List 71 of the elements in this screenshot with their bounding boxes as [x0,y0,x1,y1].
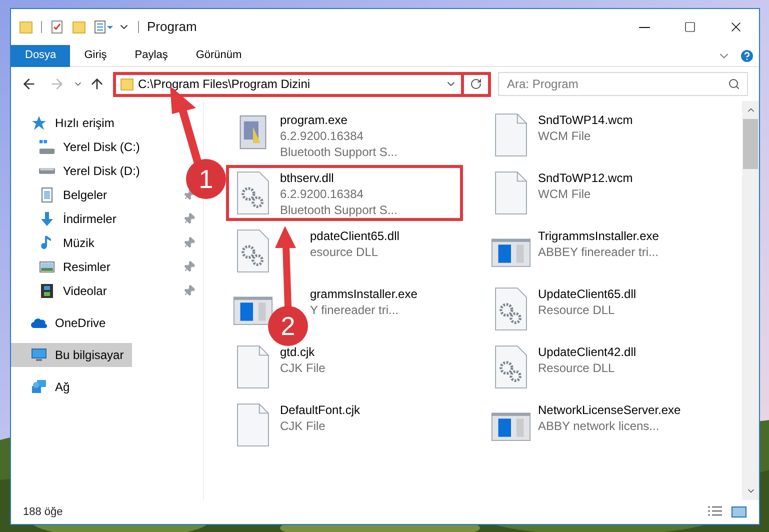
navigation-item[interactable]: Ağ [11,375,78,399]
navigation-item[interactable]: Yerel Disk (C:) [11,135,148,159]
navigation-item[interactable]: OneDrive [11,311,114,335]
file-detail: Bluetooth Support S... [280,202,398,218]
ribbon-tab[interactable]: Dosya [11,44,70,66]
file-detail: Resource DLL [538,302,615,318]
ribbon-tab[interactable]: Giriş [70,44,121,66]
file-name[interactable]: UpdateClient42.dll [538,344,636,360]
navigation-item[interactable]: Resimler [11,255,118,279]
file-name[interactable]: NetworkLicenseServer.exe [538,402,681,418]
up-icon[interactable] [89,76,105,92]
scrollbar[interactable] [742,101,759,500]
film-icon [39,283,55,299]
file-detail: ABBEY finereader tri... [538,244,659,260]
file-detail: Y finereader tri... [310,302,398,318]
back-icon[interactable] [21,76,37,92]
file-name[interactable]: SndToWP12.wcm [538,170,633,186]
large-icons-view-icon[interactable] [731,505,747,519]
navigation-item[interactable]: Bu bilgisayar [11,343,132,367]
navigation-item[interactable]: Belgeler [11,183,116,207]
maximize-icon [684,21,696,33]
drive-icon [39,168,55,174]
file-detail: CJK File [280,360,326,376]
file-name[interactable]: TrigrammsInstaller.exe [538,228,659,244]
address-bar[interactable]: C:\Program Files\Program Dizini [113,72,464,96]
refresh-button[interactable] [464,72,491,96]
ribbon-tab[interactable]: Paylaş [120,44,182,66]
window-title: Program [147,18,197,36]
file-detail: ABBY network licens... [538,418,660,434]
file-name[interactable]: bthserv.dll [280,170,334,186]
navigation-item[interactable]: Videolar [11,279,115,303]
download-icon [39,211,55,227]
refresh-icon [470,78,482,90]
navigation-item[interactable]: İndirmeler [11,207,124,231]
navigation-item[interactable]: Hızlı erişim [11,111,122,135]
file-detail: WCM File [538,186,591,202]
pictures-icon [39,259,55,275]
ribbon-tab[interactable]: Görünüm [182,44,256,66]
network-icon [31,379,47,395]
file-detail: Bluetooth Support S... [280,144,398,160]
search-field[interactable]: Ara: Program [498,72,748,96]
file-name[interactable]: grammsInstaller.exe [310,286,418,302]
document-icon [39,187,55,203]
monitor-icon [31,347,47,363]
file-name[interactable]: program.exe [280,112,348,128]
file-name[interactable]: DefaultFont.cjk [280,402,360,418]
file-name[interactable]: gtd.cjk [280,344,315,360]
file-detail: WCM File [538,128,591,144]
minimize-icon [638,26,650,28]
file-name[interactable]: SndToWP14.wcm [538,112,633,128]
properties-icon [94,20,114,34]
help-icon[interactable] [739,48,755,64]
file-detail: esource DLL [310,244,378,260]
search-icon[interactable] [728,78,740,90]
file-name[interactable]: pdateClient65.dll [310,228,400,244]
folder-icon [120,77,134,91]
file-detail: CJK File [280,418,326,434]
file-name[interactable]: UpdateClient65.dll [538,286,636,302]
item-count: 188 öğe [23,504,63,520]
file-detail: Resource DLL [538,360,615,376]
drive-icon [39,140,55,154]
address-path: C:\Program Files\Program Dizini [138,76,312,93]
folder-icon [72,20,86,34]
navigation-item[interactable]: Müzik [11,231,102,255]
star-icon [31,115,47,131]
scroll-thumb[interactable] [743,119,758,169]
folder-icon [19,20,33,34]
navigation-item[interactable]: Yerel Disk (D:) [11,159,148,183]
file-detail: 6.2.9200.16384 [280,186,364,202]
checklist-icon [50,20,64,34]
file-detail: 6.2.9200.16384 [280,128,364,144]
